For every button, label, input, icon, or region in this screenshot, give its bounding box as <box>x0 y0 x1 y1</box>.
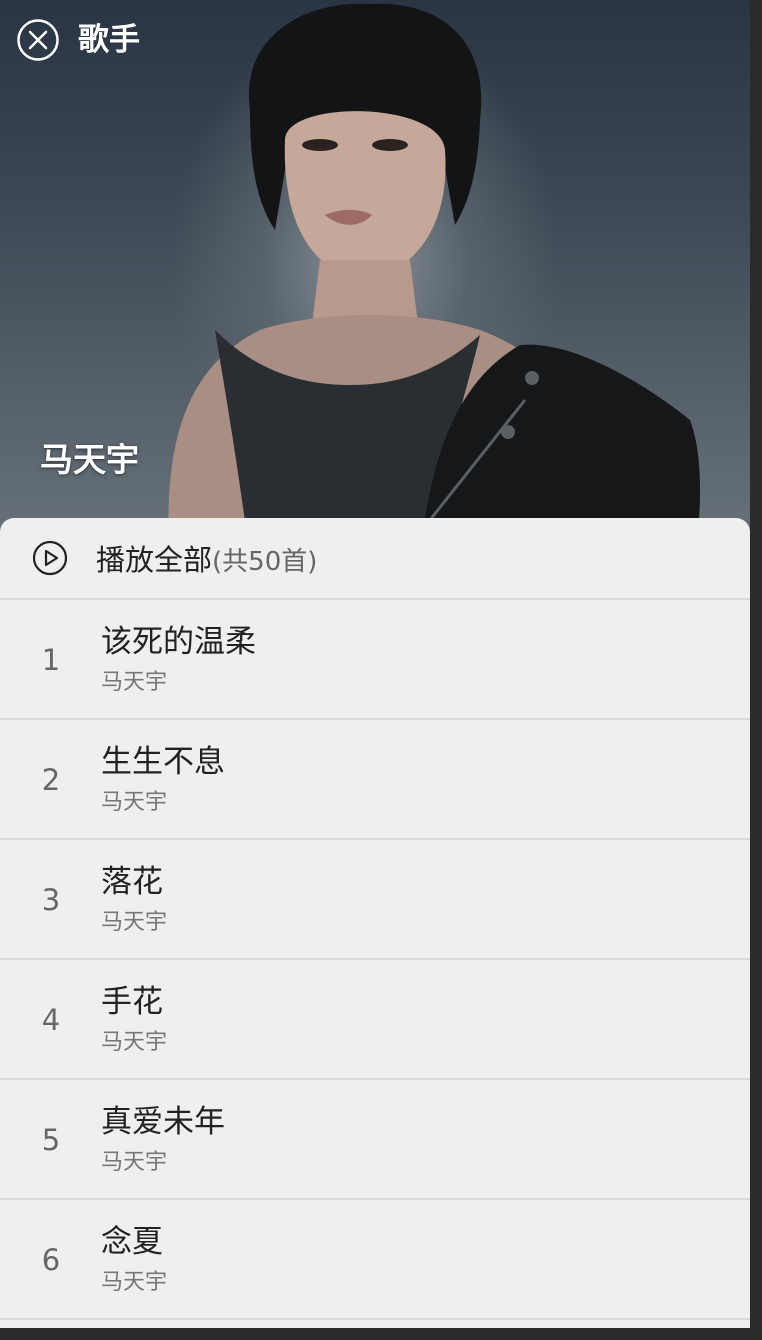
play-all-button[interactable]: 播放全部(共50首) <box>0 518 750 600</box>
song-index: 3 <box>41 883 61 917</box>
song-row[interactable]: 2 生生不息 马天宇 <box>0 720 750 840</box>
play-circle-icon <box>32 540 68 576</box>
song-title: 念夏 <box>101 1224 163 1260</box>
song-artist: 马天宇 <box>101 790 168 815</box>
song-row[interactable]: 6 念夏 马天宇 <box>0 1200 750 1320</box>
close-icon[interactable] <box>16 18 60 62</box>
song-title: 手花 <box>101 984 163 1020</box>
song-index: 2 <box>41 763 61 797</box>
song-row[interactable]: 3 落花 马天宇 <box>0 840 750 960</box>
song-count: (共50首) <box>212 547 318 577</box>
top-bar: 歌手 <box>0 0 750 84</box>
play-all-label: 播放全部(共50首) <box>96 537 317 579</box>
song-index: 4 <box>41 1003 61 1037</box>
song-title: 该死的温柔 <box>101 624 256 660</box>
song-index: 1 <box>41 643 61 677</box>
song-row[interactable]: 5 真爱未年 马天宇 <box>0 1080 750 1200</box>
song-artist: 马天宇 <box>101 1030 168 1055</box>
song-row[interactable]: 1 该死的温柔 马天宇 <box>0 600 750 720</box>
song-artist: 马天宇 <box>101 1270 168 1295</box>
app-window: 歌手 马天宇 播放全部(共50首) 1 该死的温柔 马天宇 2 生生不息 马天宇… <box>0 0 750 1340</box>
song-row[interactable]: 4 手花 马天宇 <box>0 960 750 1080</box>
song-artist: 马天宇 <box>101 1150 168 1175</box>
song-title: 生生不息 <box>101 744 225 780</box>
song-title: 真爱未年 <box>101 1104 225 1140</box>
song-title: 落花 <box>101 864 163 900</box>
song-artist: 马天宇 <box>101 670 168 695</box>
page-title: 歌手 <box>78 22 140 58</box>
artist-cover-image: 歌手 马天宇 <box>0 0 750 560</box>
song-index: 5 <box>41 1123 61 1157</box>
song-artist: 马天宇 <box>101 910 168 935</box>
artist-name: 马天宇 <box>40 440 139 479</box>
song-list-panel: 播放全部(共50首) 1 该死的温柔 马天宇 2 生生不息 马天宇 3 落花 马… <box>0 518 750 1328</box>
song-index: 6 <box>41 1243 61 1277</box>
play-all-text: 播放全部 <box>96 543 213 577</box>
